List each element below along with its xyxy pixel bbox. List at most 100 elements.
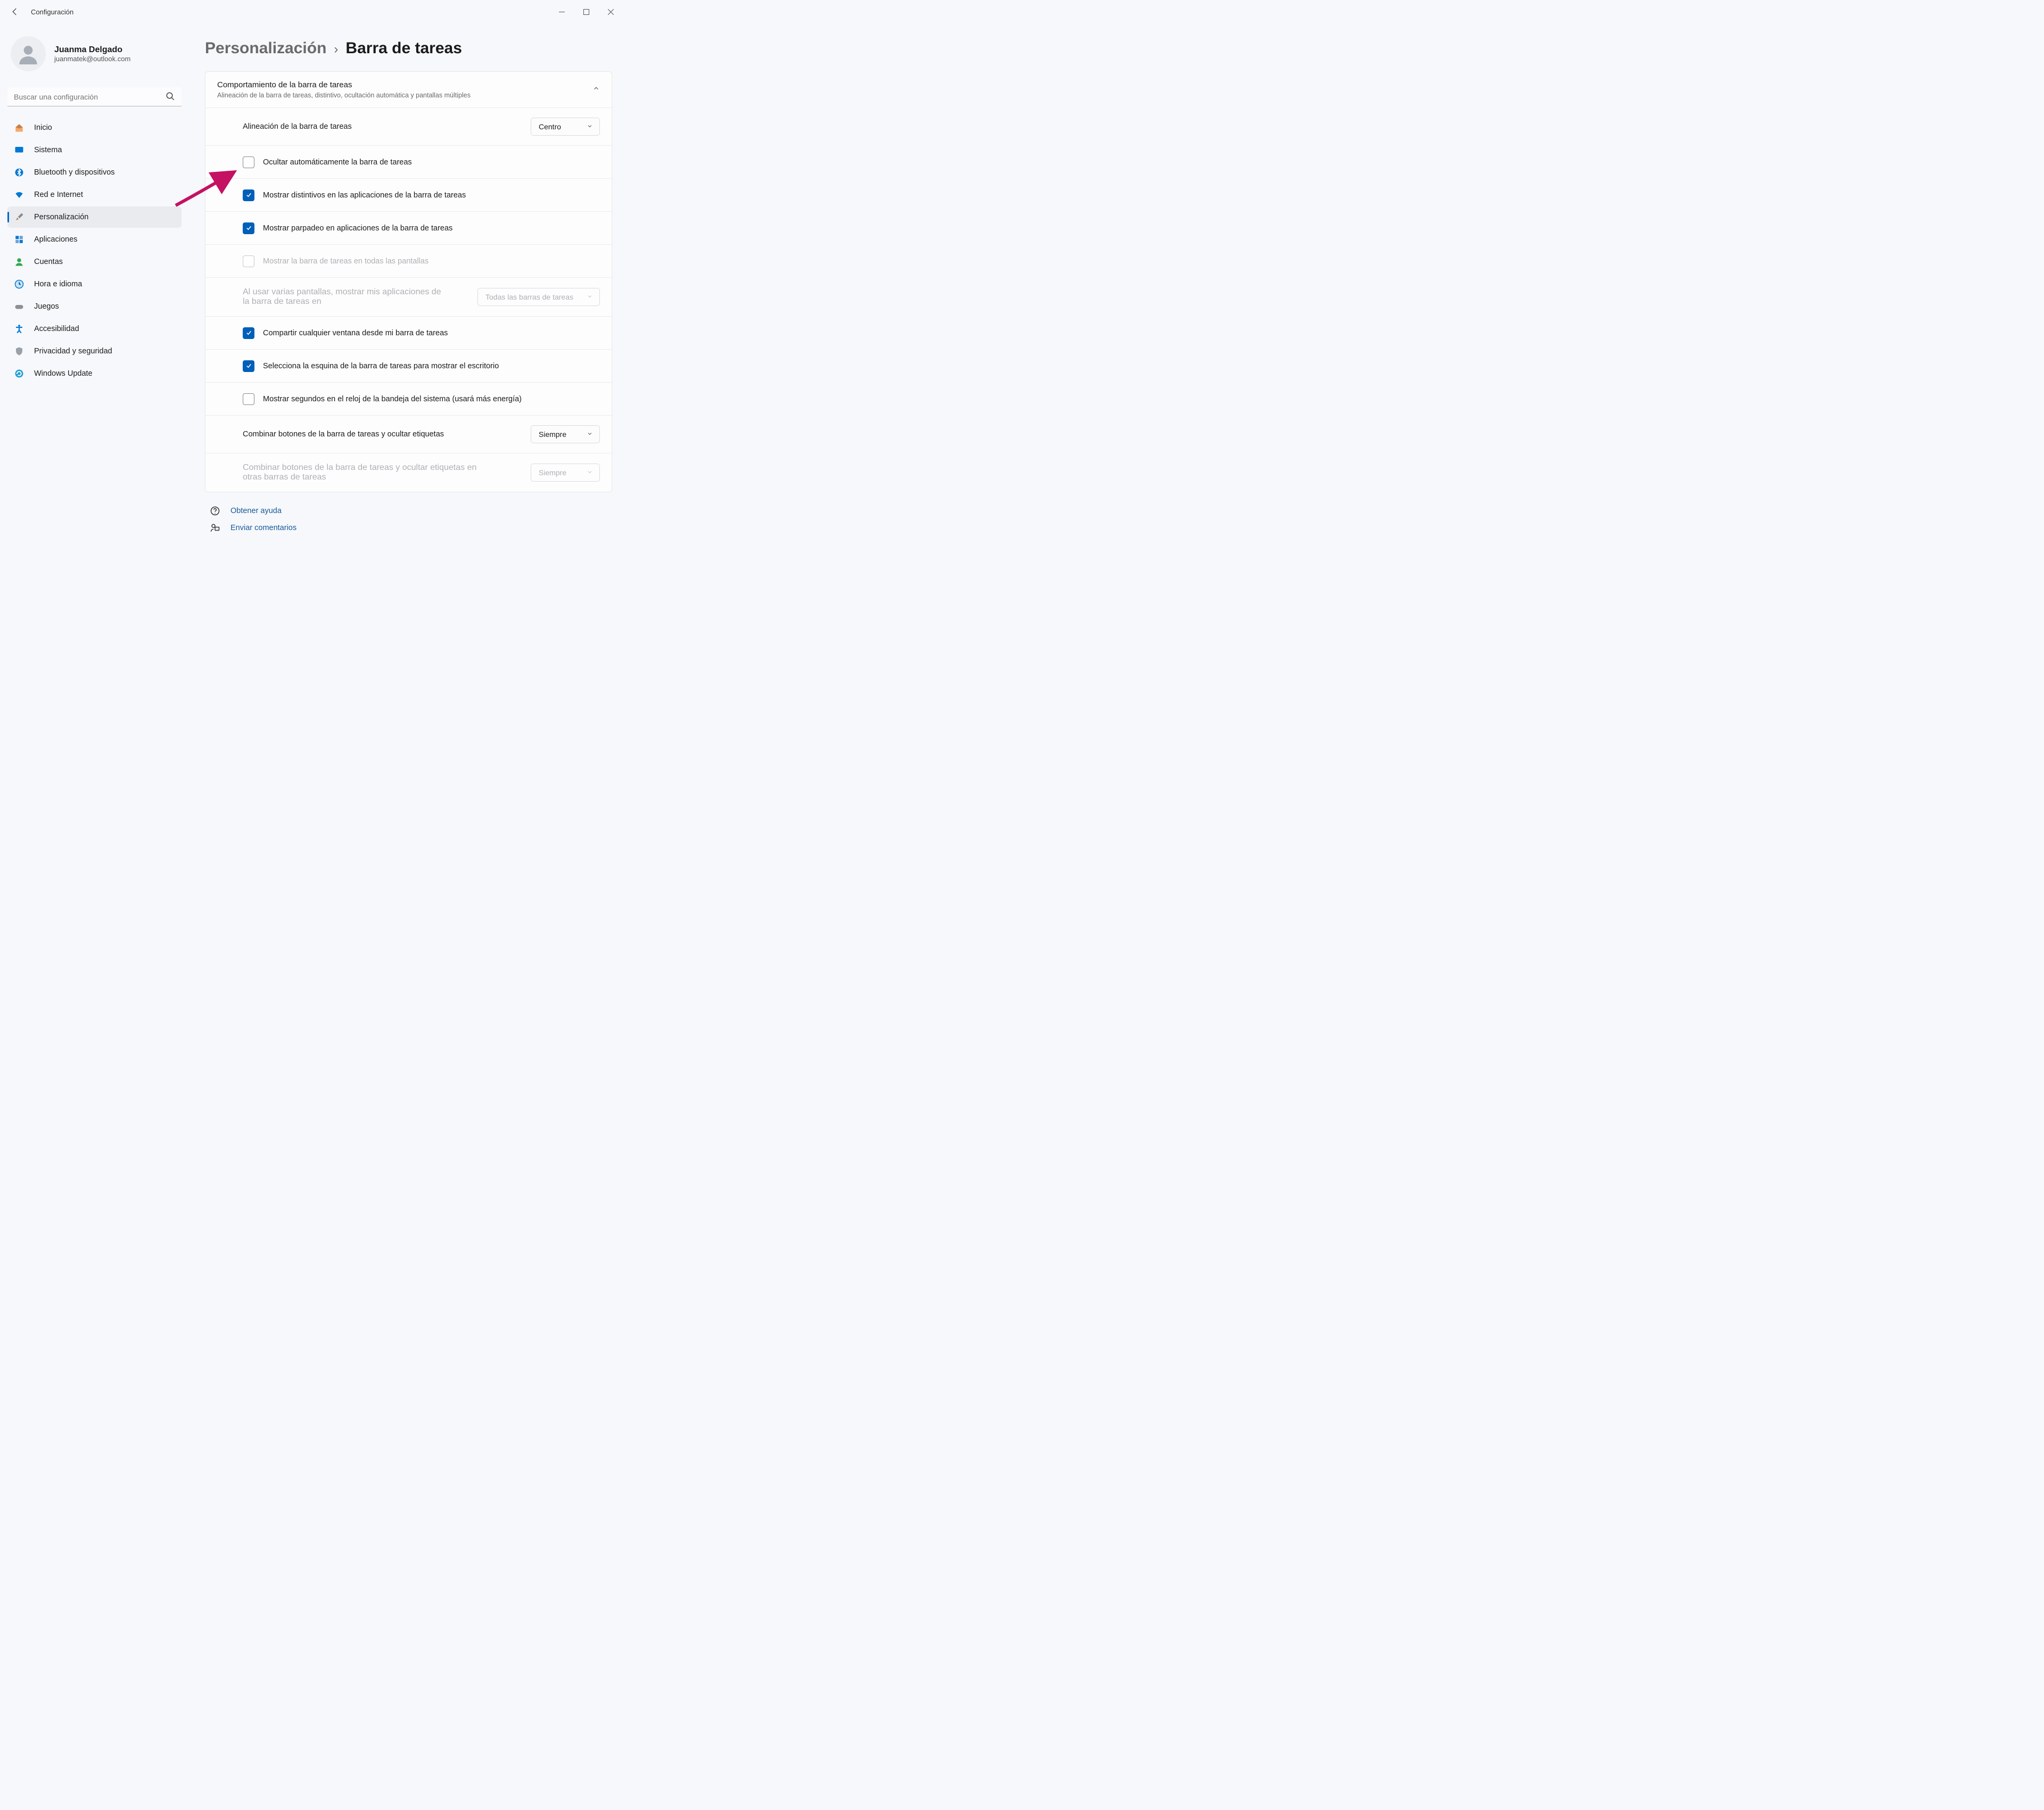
nav-item-update[interactable]: Windows Update — [7, 363, 182, 384]
nav-item-red[interactable]: Red e Internet — [7, 184, 182, 205]
select-value: Todas las barras de tareas — [485, 293, 573, 301]
corner-checkbox[interactable] — [243, 360, 254, 372]
row-alldisplays: Mostrar la barra de tareas en todas las … — [205, 244, 612, 277]
feedback-text: Enviar comentarios — [230, 524, 296, 532]
nav-label: Privacidad y seguridad — [34, 347, 112, 356]
combine-select[interactable]: Siempre — [531, 425, 600, 443]
nav-item-personalizacion[interactable]: Personalización — [7, 206, 182, 228]
flash-label: Mostrar parpadeo en aplicaciones de la b… — [263, 224, 452, 233]
brush-icon — [14, 212, 24, 222]
breadcrumb-separator: › — [334, 42, 338, 57]
seconds-label: Mostrar segundos en el reloj de la bande… — [263, 395, 522, 403]
help-icon — [210, 506, 221, 516]
nav-item-privacidad[interactable]: Privacidad y seguridad — [7, 341, 182, 362]
card-header[interactable]: Comportamiento de la barra de tareas Ali… — [205, 72, 612, 108]
profile-email: juanmatek@outlook.com — [54, 55, 130, 63]
combine-other-label: Combinar botones de la barra de tareas y… — [243, 463, 493, 482]
combine-other-select: Siempre — [531, 464, 600, 482]
sidebar: Juanma Delgado juanmatek@outlook.com Ini… — [0, 23, 189, 556]
breadcrumb: Personalización › Barra de tareas — [205, 39, 612, 57]
help-link[interactable]: Obtener ayuda — [210, 506, 612, 516]
row-corner: Selecciona la esquina de la barra de tar… — [205, 349, 612, 382]
nav-item-juegos[interactable]: Juegos — [7, 296, 182, 317]
row-autohide: Ocultar automáticamente la barra de tare… — [205, 145, 612, 178]
corner-label: Selecciona la esquina de la barra de tar… — [263, 362, 499, 370]
check-icon — [245, 329, 252, 336]
accessibility-icon — [14, 324, 24, 334]
row-multidisplay: Al usar varias pantallas, mostrar mis ap… — [205, 277, 612, 316]
app-title: Configuración — [31, 8, 73, 16]
seconds-checkbox[interactable] — [243, 393, 254, 405]
select-value: Siempre — [539, 468, 566, 477]
nav-item-accesibilidad[interactable]: Accesibilidad — [7, 318, 182, 340]
person-icon — [18, 43, 39, 64]
minimize-icon — [559, 9, 565, 15]
nav-item-bluetooth[interactable]: Bluetooth y dispositivos — [7, 162, 182, 183]
home-icon — [14, 122, 24, 133]
main-content: Personalización › Barra de tareas Compor… — [189, 23, 628, 556]
alignment-select[interactable]: Centro — [531, 118, 600, 136]
nav-label: Red e Internet — [34, 191, 83, 199]
alldisplays-checkbox — [243, 255, 254, 267]
nav-label: Accesibilidad — [34, 325, 79, 333]
profile-block[interactable]: Juanma Delgado juanmatek@outlook.com — [7, 31, 182, 81]
maximize-icon — [583, 9, 589, 15]
breadcrumb-current: Barra de tareas — [345, 39, 461, 57]
nav-item-sistema[interactable]: Sistema — [7, 139, 182, 161]
title-bar: Configuración — [0, 0, 628, 23]
breadcrumb-parent[interactable]: Personalización — [205, 39, 326, 57]
row-alignment: Alineación de la barra de tareas Centro — [205, 108, 612, 145]
system-icon — [14, 145, 24, 155]
maximize-button[interactable] — [574, 3, 598, 20]
nav-item-cuentas[interactable]: Cuentas — [7, 251, 182, 272]
close-icon — [608, 9, 614, 15]
card-subtitle: Alineación de la barra de tareas, distin… — [217, 92, 471, 99]
footer-links: Obtener ayuda Enviar comentarios — [205, 506, 612, 533]
multidisplay-select: Todas las barras de tareas — [477, 288, 600, 306]
check-icon — [245, 225, 252, 232]
nav-item-aplicaciones[interactable]: Aplicaciones — [7, 229, 182, 250]
nav-label: Juegos — [34, 302, 59, 311]
nav-label: Aplicaciones — [34, 235, 77, 244]
back-button[interactable] — [5, 2, 24, 21]
nav-label: Windows Update — [34, 369, 93, 378]
avatar — [11, 36, 46, 71]
chevron-up-icon — [592, 85, 600, 95]
shield-icon — [14, 346, 24, 357]
autohide-label: Ocultar automáticamente la barra de tare… — [263, 158, 412, 167]
row-badges: Mostrar distintivos en las aplicaciones … — [205, 178, 612, 211]
feedback-icon — [210, 523, 221, 533]
feedback-link[interactable]: Enviar comentarios — [210, 523, 612, 533]
accounts-icon — [14, 257, 24, 267]
nav-item-hora[interactable]: Hora e idioma — [7, 274, 182, 295]
chevron-down-icon — [587, 122, 593, 131]
autohide-checkbox[interactable] — [243, 156, 254, 168]
nav-item-inicio[interactable]: Inicio — [7, 117, 182, 138]
multidisplay-label: Al usar varias pantallas, mostrar mis ap… — [243, 287, 445, 307]
badges-checkbox[interactable] — [243, 189, 254, 201]
chevron-down-icon — [587, 468, 593, 477]
row-combine-other: Combinar botones de la barra de tareas y… — [205, 453, 612, 492]
profile-name: Juanma Delgado — [54, 45, 130, 55]
check-icon — [245, 362, 252, 369]
share-label: Compartir cualquier ventana desde mi bar… — [263, 329, 448, 337]
nav-label: Hora e idioma — [34, 280, 82, 288]
minimize-button[interactable] — [549, 3, 574, 20]
share-checkbox[interactable] — [243, 327, 254, 339]
chevron-down-icon — [587, 430, 593, 439]
clock-icon — [14, 279, 24, 290]
search-input[interactable] — [7, 87, 182, 106]
alignment-label: Alineación de la barra de tareas — [243, 122, 352, 131]
search-icon[interactable] — [166, 92, 175, 104]
nav-label: Personalización — [34, 213, 88, 221]
wifi-icon — [14, 189, 24, 200]
nav-label: Sistema — [34, 146, 62, 154]
bluetooth-icon — [14, 167, 24, 178]
search-box — [7, 87, 182, 106]
arrow-left-icon — [10, 7, 20, 16]
apps-icon — [14, 234, 24, 245]
flash-checkbox[interactable] — [243, 222, 254, 234]
row-seconds: Mostrar segundos en el reloj de la bande… — [205, 382, 612, 415]
close-button[interactable] — [598, 3, 623, 20]
row-flash: Mostrar parpadeo en aplicaciones de la b… — [205, 211, 612, 244]
